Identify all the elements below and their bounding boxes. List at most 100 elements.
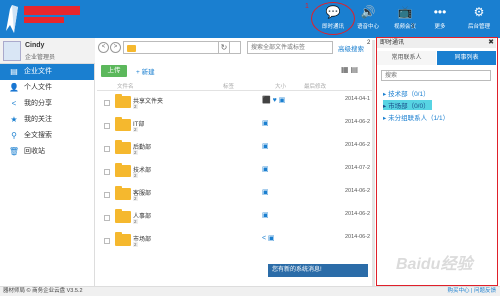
row-action-icons[interactable]: ⬛ ♥ ▣ [262, 96, 285, 104]
column-header-size[interactable]: 大小 [275, 82, 286, 90]
watermark: Baidu经验 [396, 256, 473, 273]
contact-search-input[interactable] [381, 70, 491, 81]
admin-label: 后台管理 [467, 24, 490, 30]
modified-date: 2014-06-2 [345, 211, 371, 217]
table-row[interactable]: 后勤部 2 ▣ 2014-06-2 [97, 139, 372, 162]
user-role: 企业管理员 [25, 55, 56, 61]
status-bar: 器材师局 © 商务企业云盘 V3.5.2 购买中心 | 问题反馈 [0, 286, 500, 296]
voice-center-label: 语音中心 [356, 24, 379, 30]
more-button[interactable]: ••• 更多 [422, 3, 458, 35]
folder-icon [115, 140, 131, 154]
sidebar-item-label: 个人文件 [24, 84, 52, 91]
logo-icon [6, 5, 18, 33]
view-toggle-icons[interactable]: ▦▤ [341, 65, 360, 74]
path-bar: < > ↻ 高级搜索 2 [97, 40, 372, 56]
sidebar-item-fulltext-search[interactable]: ⚲ 全文搜索 [0, 128, 94, 144]
row-action-icons[interactable]: ▣ [262, 188, 269, 196]
forward-button[interactable]: > [110, 42, 121, 53]
table-row[interactable]: 共享文件夹 2 ⬛ ♥ ▣ 2014-04-1 [97, 93, 372, 116]
copyright-text: 器材师局 © 商务企业云盘 V3.5.2 [3, 288, 83, 294]
row-action-icons[interactable]: ▣ [262, 119, 269, 127]
table-row[interactable]: 人事部 2 ▣ 2014-06-2 [97, 208, 372, 231]
chat-panel-header: 即时通讯 ✖ [377, 38, 496, 48]
modified-date: 2014-06-2 [345, 119, 371, 125]
department-ungrouped[interactable]: ▸ 未分组联系人（1/1） [383, 112, 449, 122]
row-action-icons[interactable]: ▣ [262, 142, 269, 150]
upload-button[interactable]: 上传 [101, 65, 127, 77]
folder-icon [115, 94, 131, 108]
video-meeting-button[interactable]: 📺 视频会议 [387, 3, 423, 35]
folder-icon [115, 117, 131, 131]
annotation-marker-3: 3 [411, 24, 415, 30]
table-row[interactable]: IT部 2 ▣ 2014-06-2 [97, 116, 372, 139]
sidebar-item-my-shares[interactable]: < 我的分享 [0, 96, 94, 112]
table-row[interactable]: 市场部 2 < ▣ 2014-06-2 [97, 231, 372, 254]
voice-center-button[interactable]: 🔊 语音中心 [350, 3, 386, 35]
row-action-icons[interactable]: ▣ [262, 211, 269, 219]
sidebar-item-label: 全文搜索 [24, 132, 52, 139]
avatar[interactable] [3, 41, 21, 61]
new-button[interactable]: + 新建 [136, 66, 155, 76]
sidebar-item-enterprise-files[interactable]: ▤ 企业文件 [0, 64, 94, 80]
folder-icon: ▤ [10, 67, 18, 76]
modified-date: 2014-06-2 [345, 188, 371, 194]
department-marketing[interactable]: ▸ 市场部（0/0） [383, 100, 432, 110]
scrollbar[interactable] [372, 40, 375, 286]
close-icon[interactable]: ✖ [488, 38, 494, 48]
file-badge: 2 [133, 150, 138, 155]
chat-panel: 即时通讯 ✖ 常用联系人 同事列表 ▸ 技术部（0/1） ▸ 市场部（0/0） … [376, 37, 498, 286]
sidebar-item-my-follows[interactable]: ★ 我的关注 [0, 112, 94, 128]
column-header-tag[interactable]: 标签 [223, 82, 234, 90]
sidebar-item-label: 我的关注 [24, 116, 52, 123]
back-button[interactable]: < [98, 42, 109, 53]
folder-icon [127, 45, 136, 52]
tab-colleague-list[interactable]: 同事列表 [437, 51, 496, 65]
video-meeting-label: 视频会议 [393, 24, 416, 30]
department-tech[interactable]: ▸ 技术部（0/1） [383, 88, 430, 98]
row-checkbox[interactable] [104, 192, 110, 198]
row-action-icons[interactable]: < ▣ [262, 234, 275, 242]
more-label: 更多 [434, 24, 446, 30]
modified-date: 2014-04-1 [345, 96, 371, 102]
file-badge: 2 [133, 104, 138, 109]
trash-icon: 🗑 [8, 147, 20, 156]
row-checkbox[interactable] [104, 146, 110, 152]
chat-tabs: 常用联系人 同事列表 [377, 51, 496, 65]
row-checkbox[interactable] [104, 169, 110, 175]
modified-date: 2014-07-2 [345, 165, 371, 171]
brand-subtitle-redacted [24, 17, 64, 23]
chat-label: 即时通讯 [321, 24, 344, 30]
footer-links[interactable]: 购买中心 | 问题反馈 [448, 287, 497, 296]
folder-icon [115, 186, 131, 200]
row-checkbox[interactable] [104, 215, 110, 221]
row-action-icons[interactable]: ▣ [262, 165, 269, 173]
advanced-search-link[interactable]: 高级搜索 [338, 43, 364, 53]
more-icon: ••• [433, 5, 447, 19]
chat-button[interactable]: 💬 即时通讯 [315, 3, 351, 35]
sidebar: ▤ 企业文件 👤 个人文件 < 我的分享 ★ 我的关注 ⚲ 全文搜索 🗑 回收站 [0, 64, 95, 286]
file-badge: 2 [133, 219, 138, 224]
row-checkbox[interactable] [104, 238, 110, 244]
sidebar-item-personal-files[interactable]: 👤 个人文件 [0, 80, 94, 96]
admin-button[interactable]: ⚙ 后台管理 [461, 3, 497, 35]
star-icon: ★ [10, 115, 18, 124]
user-name: Cindy [25, 42, 45, 49]
refresh-button[interactable]: ↻ [218, 41, 230, 54]
speaker-icon: 🔊 [360, 5, 376, 19]
table-row[interactable]: 客服部 2 ▣ 2014-06-2 [97, 185, 372, 208]
row-checkbox[interactable] [104, 123, 110, 129]
file-search-input[interactable] [247, 41, 333, 54]
column-header-modified[interactable]: 最后修改 [304, 82, 326, 90]
sidebar-item-recycle-bin[interactable]: 🗑 回收站 [0, 144, 94, 160]
row-checkbox[interactable] [104, 100, 110, 106]
top-bar: 1 💬 即时通讯 🔊 语音中心 📺 视频会议 ••• 更多 ⚙ 后台管理 [0, 0, 500, 38]
chat-icon: 💬 [325, 5, 341, 19]
table-row[interactable]: 技术部 2 ▣ 2014-07-2 [97, 162, 372, 185]
table-header: 文件名 标签 大小 最后修改 [97, 80, 372, 91]
file-badge: 2 [133, 173, 138, 178]
share-icon: < [11, 99, 17, 108]
annotation-marker-1: 1 [305, 3, 309, 10]
tab-frequent-contacts[interactable]: 常用联系人 [377, 51, 436, 65]
system-message-notice[interactable]: 您有新的系统消息! [268, 264, 368, 277]
column-header-name[interactable]: 文件名 [117, 82, 134, 90]
